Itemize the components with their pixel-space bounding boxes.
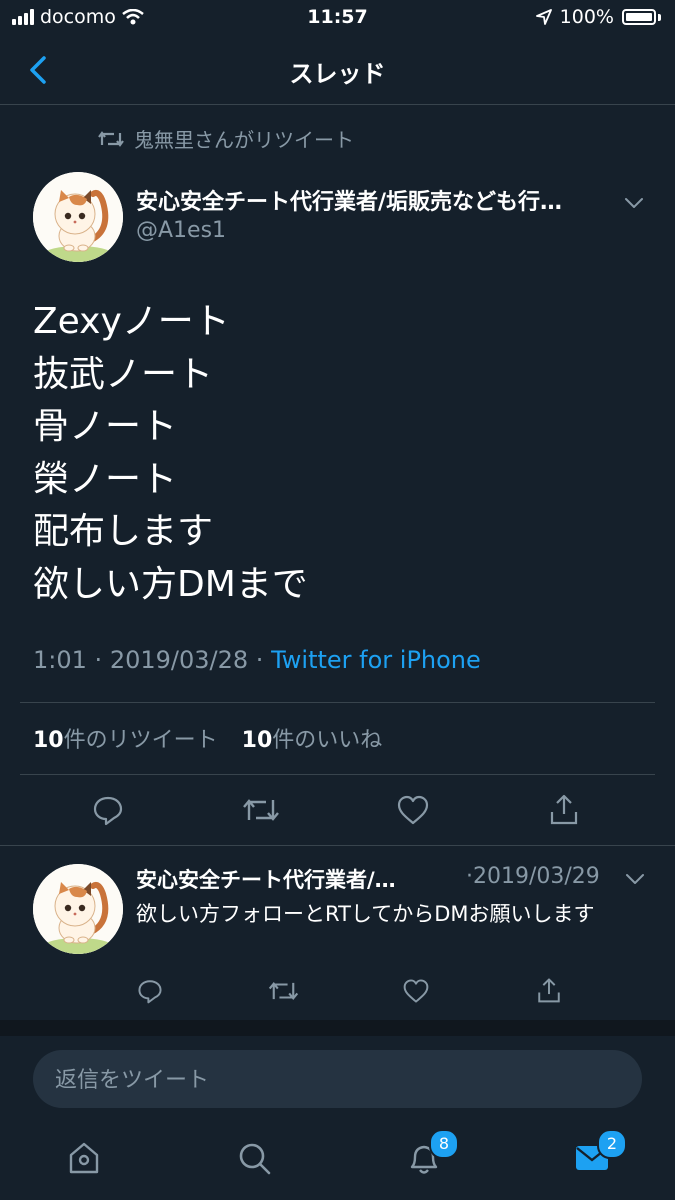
- like-count: 10: [241, 728, 273, 753]
- retweet-icon: [98, 130, 124, 147]
- meta-separator: ·: [94, 646, 103, 674]
- share-icon[interactable]: [548, 792, 580, 826]
- retweet-count-label: 件のリツイート: [63, 728, 218, 753]
- reply-icon[interactable]: [137, 978, 163, 1004]
- battery-tip: [658, 13, 661, 21]
- engagement-counts: 10件のリツイート 10件のいいね: [33, 722, 382, 754]
- page-title: スレッド: [289, 60, 386, 88]
- reply-text: 欲しい方フォローとRTしてからDMお願いします: [136, 902, 595, 926]
- tweet-line: 骨ノート: [33, 406, 178, 448]
- retweet-icon[interactable]: [242, 794, 280, 826]
- tweet-date: 2019/03/28: [109, 646, 249, 674]
- cat-avatar-image: [33, 172, 123, 262]
- messages-badge: 2: [597, 1129, 627, 1159]
- status-bar: docomo 11:57 100%: [0, 0, 675, 36]
- retweet-banner[interactable]: 鬼無里さんがリツイート: [98, 124, 354, 153]
- like-icon[interactable]: [402, 978, 430, 1004]
- meta-separator: ·: [255, 646, 264, 674]
- tweet-time: 1:01: [33, 646, 87, 674]
- cat-avatar-image: [33, 864, 123, 954]
- tweet-line: 欲しい方DMまで: [33, 563, 308, 605]
- divider: [20, 702, 655, 703]
- battery-icon: [622, 9, 656, 25]
- divider: [20, 774, 655, 775]
- reply-composer[interactable]: [33, 1050, 642, 1110]
- retweet-count-link[interactable]: 10件のリツイート: [33, 728, 218, 753]
- search-icon[interactable]: [236, 1140, 272, 1176]
- tweet-line: 榮ノート: [33, 458, 178, 500]
- reply-avatar[interactable]: [33, 864, 123, 954]
- retweet-banner-label: 鬼無里さんがリツイート: [134, 128, 354, 152]
- tab-bar: 8 2: [0, 1120, 675, 1200]
- thread-footer-gap: [0, 1020, 675, 1036]
- tweet-line: Zexyノート: [33, 301, 230, 342]
- tweet-source-link[interactable]: Twitter for iPhone: [271, 646, 481, 674]
- tweet-meta: 1:01 · 2019/03/28 · Twitter for iPhone: [33, 646, 481, 674]
- retweet-count: 10: [33, 728, 64, 753]
- author-name[interactable]: 安心安全チート代行業者/垢販売なども行…: [136, 184, 616, 216]
- nav-header: スレッド: [0, 36, 675, 105]
- tweet-line: 抜武ノート: [33, 353, 214, 395]
- location-arrow-icon: [535, 9, 552, 25]
- tweet-actions: [0, 790, 675, 830]
- retweet-icon[interactable]: [268, 978, 299, 1004]
- tweet-line: 配布します: [33, 511, 214, 553]
- like-count-link[interactable]: 10件のいいね: [242, 728, 383, 753]
- chevron-down-icon[interactable]: [623, 192, 645, 214]
- reply-icon[interactable]: [92, 794, 124, 826]
- divider: [0, 845, 675, 846]
- share-icon[interactable]: [536, 976, 562, 1004]
- status-right: 100%: [535, 6, 661, 28]
- avatar[interactable]: [33, 172, 123, 262]
- reply-date: ·2019/03/29: [466, 864, 600, 889]
- reply-actions: [0, 976, 675, 1006]
- notifications-badge: 8: [429, 1129, 459, 1159]
- battery-percent: 100%: [559, 6, 614, 28]
- like-count-label: 件のいいね: [272, 728, 383, 753]
- like-icon[interactable]: [396, 794, 430, 826]
- reply-author-name[interactable]: 安心安全チート代行業者/…: [136, 864, 396, 894]
- reply-input[interactable]: [53, 1050, 617, 1110]
- tweet-text: Zexyノート 抜武ノート 骨ノート 榮ノート 配布します 欲しい方DMまで: [33, 296, 308, 612]
- home-icon[interactable]: [66, 1140, 102, 1176]
- author-handle[interactable]: @A1es1: [136, 218, 226, 243]
- chevron-down-icon[interactable]: [624, 868, 646, 890]
